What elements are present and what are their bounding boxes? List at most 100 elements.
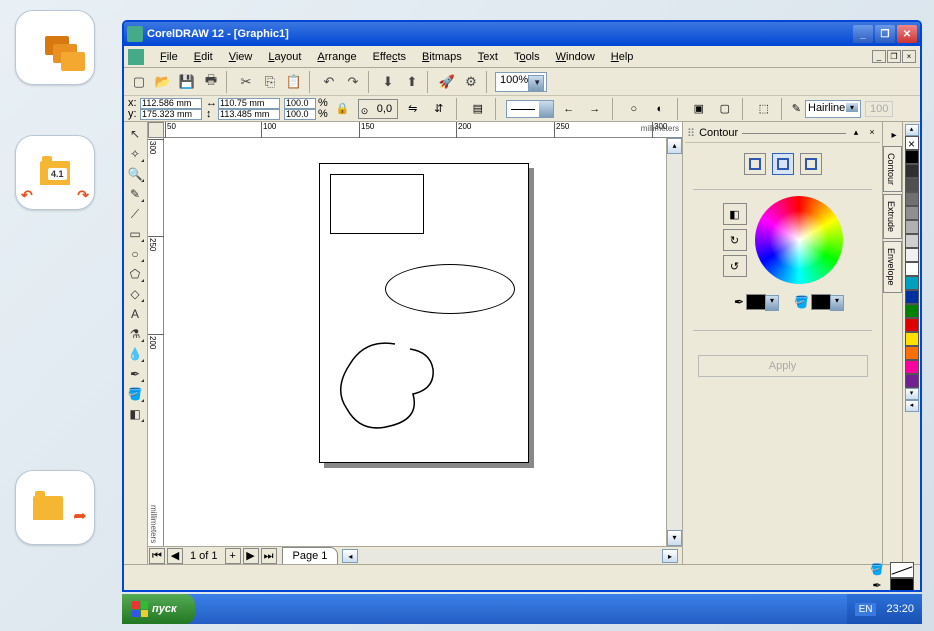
corel-online-button[interactable]: ⚙ (460, 71, 482, 93)
lesson-capsule[interactable]: 4.1 ↶ ↷ (15, 135, 95, 210)
drawing-canvas[interactable] (164, 138, 666, 546)
docker-titlebar[interactable]: ⠿ Contour ▴ × (685, 124, 880, 142)
to-back-button[interactable]: ▢ (714, 98, 736, 120)
outline-width-select[interactable]: Hairline (805, 100, 861, 118)
prev-page-button[interactable]: ◀ (167, 548, 183, 564)
next-page-button[interactable]: ▶ (243, 548, 259, 564)
close-button[interactable]: ✕ (897, 25, 917, 43)
color-swatch[interactable] (905, 248, 919, 262)
paste-button[interactable]: 📋 (283, 71, 305, 93)
palette-flyout-button[interactable]: ◂ (905, 400, 919, 412)
color-swatch[interactable] (905, 206, 919, 220)
pick-tool[interactable]: ↖ (124, 124, 146, 144)
y-input[interactable] (140, 109, 202, 120)
export-button[interactable]: ⬆ (401, 71, 423, 93)
color-swatch[interactable] (905, 234, 919, 248)
docker-tab-contour[interactable]: Contour (883, 146, 902, 192)
basic-shapes-tool[interactable]: ◇ (124, 284, 146, 304)
scale-x-input[interactable] (284, 98, 316, 109)
smart-draw-tool[interactable]: ⟋ (124, 204, 146, 224)
scroll-left-button[interactable]: ◂ (342, 549, 358, 563)
menu-window[interactable]: Window (548, 49, 603, 65)
menu-text[interactable]: Text (470, 49, 506, 65)
open-button[interactable]: 📂 (152, 71, 174, 93)
interactive-fill-tool[interactable]: ◧ (124, 404, 146, 424)
next-arrow-icon[interactable]: ↷ (77, 187, 89, 204)
vertical-ruler[interactable]: 300 250 200 millimeters (148, 138, 164, 546)
rotation-input[interactable]: 0,0 (358, 99, 398, 119)
prev-arrow-icon[interactable]: ↶ (21, 187, 33, 204)
mdi-close-button[interactable]: × (902, 50, 916, 63)
app-launcher-button[interactable]: 🚀 (436, 71, 458, 93)
add-page-button[interactable]: + (225, 548, 241, 564)
menu-edit[interactable]: Edit (186, 49, 221, 65)
menu-view[interactable]: View (221, 49, 261, 65)
color-swatch[interactable] (905, 360, 919, 374)
page-tab[interactable]: Page 1 (282, 547, 339, 564)
docker-grip-icon[interactable]: ⠿ (687, 127, 695, 140)
folders-capsule[interactable] (15, 10, 95, 85)
color-swatch[interactable] (905, 318, 919, 332)
freehand-tool[interactable]: ✎ (124, 184, 146, 204)
redo-button[interactable]: ↷ (342, 71, 364, 93)
cut-button[interactable]: ✂ (235, 71, 257, 93)
color-swatch[interactable] (905, 192, 919, 206)
fill-tool[interactable]: 🪣 (124, 384, 146, 404)
import-button[interactable]: ⬇ (377, 71, 399, 93)
zoom-tool[interactable]: 🔍 (124, 164, 146, 184)
fill-indicator-icon[interactable]: 🪣 (868, 562, 886, 578)
color-wheel[interactable] (755, 196, 843, 284)
start-arrow-button[interactable]: ← (558, 98, 580, 120)
scroll-right-button[interactable]: ▸ (662, 549, 678, 563)
outline-tool[interactable]: ✒ (124, 364, 146, 384)
freehand-shape[interactable] (325, 334, 455, 444)
palette-up-button[interactable]: ▴ (905, 124, 919, 136)
doc-icon[interactable] (128, 49, 144, 65)
color-swatch[interactable] (905, 332, 919, 346)
auto-close-button[interactable]: ◐ (649, 98, 671, 120)
height-input[interactable] (218, 109, 280, 120)
shape-tool[interactable]: ✧ (124, 144, 146, 164)
x-input[interactable] (140, 98, 202, 109)
scroll-down-button[interactable]: ▾ (667, 530, 682, 546)
wrap-button[interactable]: ▤ (467, 98, 489, 120)
ruler-origin-button[interactable] (148, 122, 164, 138)
start-button[interactable]: пуск (122, 594, 195, 624)
fill-none-swatch[interactable] (890, 562, 914, 578)
docker-tab-extrude[interactable]: Extrude (883, 194, 902, 239)
linear-blend-button[interactable]: ◧ (723, 203, 747, 225)
lock-ratio-button[interactable]: 🔒 (332, 98, 354, 120)
text-tool[interactable]: A (124, 304, 146, 324)
polygon-tool[interactable]: ⬠ (124, 264, 146, 284)
outline-indicator-icon[interactable]: ✒ (868, 578, 886, 593)
menu-bitmaps[interactable]: Bitmaps (414, 49, 470, 65)
language-indicator[interactable]: EN (855, 603, 877, 616)
scroll-track[interactable] (358, 549, 662, 563)
mirror-h-button[interactable]: ⇋ (402, 98, 424, 120)
menu-tools[interactable]: Tools (506, 49, 548, 65)
contour-to-center-button[interactable] (744, 153, 766, 175)
save-button[interactable]: 💾 (176, 71, 198, 93)
menu-effects[interactable]: Effects (365, 49, 414, 65)
scale-y-input[interactable] (284, 109, 316, 120)
eyedropper-tool[interactable]: 💧 (124, 344, 146, 364)
undo-button[interactable]: ↶ (318, 71, 340, 93)
zoom-select[interactable]: 100%▼ (495, 72, 547, 92)
color-swatch[interactable] (905, 178, 919, 192)
contour-inside-button[interactable] (772, 153, 794, 175)
menu-arrange[interactable]: Arrange (309, 49, 364, 65)
color-swatch[interactable] (905, 374, 919, 388)
interactive-blend-tool[interactable]: ⚗ (124, 324, 146, 344)
mdi-restore-button[interactable]: ❐ (887, 50, 901, 63)
outline-black-swatch[interactable] (890, 578, 914, 593)
scroll-up-button[interactable]: ▴ (667, 138, 682, 154)
mirror-v-button[interactable]: ⇵ (428, 98, 450, 120)
palette-down-button[interactable]: ▾ (905, 388, 919, 400)
close-curve-button[interactable]: ○ (623, 98, 645, 120)
print-button[interactable]: 🖶 (200, 71, 222, 93)
vertical-scrollbar[interactable]: ▴ ▾ (666, 138, 682, 546)
convert-button[interactable]: ⬚ (753, 98, 775, 120)
apply-button[interactable]: Apply (698, 355, 868, 377)
ccw-blend-button[interactable]: ↺ (723, 255, 747, 277)
outline-color-picker[interactable] (746, 294, 766, 310)
